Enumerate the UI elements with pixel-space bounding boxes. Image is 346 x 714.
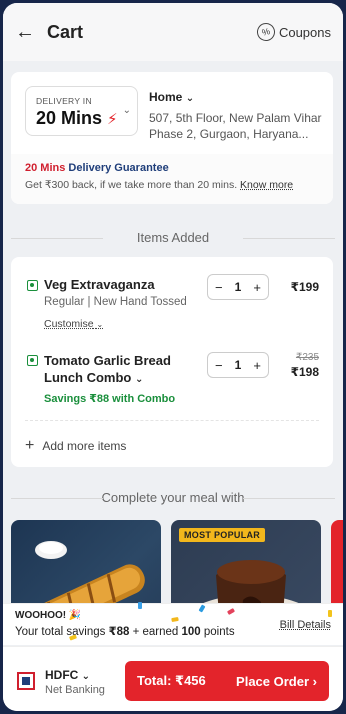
address-title: Home — [149, 90, 183, 104]
payment-method: Net Banking — [45, 684, 105, 696]
savings-suffix: points — [203, 626, 235, 638]
increment-button[interactable]: + — [253, 358, 261, 373]
chevron-down-icon: ⌄ — [122, 105, 131, 116]
increment-button[interactable]: + — [253, 280, 261, 295]
header: ← Cart % Coupons — [3, 3, 343, 61]
original-price: ₹235 — [295, 352, 319, 363]
chevron-down-icon[interactable]: ⌄ — [135, 374, 143, 385]
coupons-button[interactable]: % Coupons — [254, 20, 331, 44]
lightning-icon: ⚡︎ — [107, 111, 118, 128]
confetti — [69, 634, 77, 641]
delivery-eta-text: 20 Mins — [36, 108, 103, 128]
guarantee-time: 20 Mins — [25, 162, 66, 174]
delivery-eta-label: DELIVERY IN — [36, 96, 92, 106]
chevron-right-icon: › — [312, 673, 317, 689]
coupons-label: Coupons — [278, 24, 331, 40]
payment-selector[interactable]: HDFC ⌄ — [45, 668, 90, 682]
items-section-title: Items Added — [3, 230, 343, 245]
savings-prefix: Your total savings — [15, 626, 106, 638]
place-order-label: Place Order — [236, 673, 310, 689]
add-more-items-button[interactable]: + Add more items — [25, 437, 126, 455]
savings-strip: WOOHOO! 🎉 Your total savings ₹88 + earne… — [3, 602, 343, 645]
confetti — [171, 616, 179, 623]
delivery-guarantee-banner: 20 Mins Delivery Guarantee Get ₹300 back… — [11, 154, 333, 204]
quantity-stepper: − 1 + — [207, 274, 269, 300]
meal-section-title: Complete your meal with — [3, 490, 343, 505]
divider — [25, 420, 319, 421]
chevron-down-icon: ⌄ — [185, 93, 195, 104]
place-order-button[interactable]: Total: ₹456 Place Order › — [125, 661, 329, 701]
bank-name: HDFC — [45, 668, 79, 682]
party-popper-icon: 🎉 — [68, 610, 82, 621]
address-text: 507, 5th Floor, New Palam Vihar Phase 2,… — [149, 111, 322, 141]
item-name: Tomato Garlic Bread Lunch Combo ⌄ — [44, 352, 194, 388]
most-popular-badge: MOST POPULAR — [179, 528, 266, 542]
points-earned: 100 — [181, 626, 201, 638]
quantity-value: 1 — [234, 358, 242, 372]
item-name-text: Tomato Garlic Bread Lunch Combo — [44, 353, 171, 385]
checkout-bar: HDFC ⌄ Net Banking Total: ₹456 Place Ord… — [3, 646, 343, 711]
quantity-stepper: − 1 + — [207, 352, 269, 378]
add-more-label: Add more items — [42, 439, 127, 453]
delivery-eta-value: 20 Mins ⚡︎ — [36, 108, 127, 129]
chevron-down-icon: ⌄ — [81, 671, 91, 682]
savings-amount: ₹88 — [108, 626, 130, 638]
app-frame: ← Cart % Coupons DELIVERY IN 20 Mins ⚡︎ … — [3, 3, 343, 711]
address-selector[interactable]: Home ⌄ — [149, 90, 194, 104]
hdfc-logo-icon — [17, 672, 35, 690]
chevron-down-icon: ⌄ — [96, 320, 104, 329]
item-variant: Regular | New Hand Tossed — [44, 296, 187, 308]
guarantee-label: Delivery Guarantee — [68, 162, 169, 174]
bill-details-link[interactable]: Bill Details — [280, 619, 331, 631]
veg-icon — [27, 280, 38, 291]
woohoo-label: WOOHOO! — [15, 610, 67, 621]
place-order-label-wrap: Place Order › — [236, 674, 317, 689]
guarantee-text-row: Get ₹300 back, if we take more than 20 m… — [25, 179, 319, 191]
items-card: Veg Extravaganza Regular | New Hand Toss… — [11, 257, 333, 467]
delivery-card: DELIVERY IN 20 Mins ⚡︎ ⌄ Home ⌄ 507, 5th… — [11, 72, 333, 204]
savings-middle: + earned — [132, 626, 179, 638]
confetti — [328, 610, 332, 617]
page-title: Cart — [47, 21, 84, 42]
delivery-eta-selector[interactable]: DELIVERY IN 20 Mins ⚡︎ ⌄ — [25, 86, 138, 136]
combo-savings: Savings ₹88 with Combo — [44, 393, 176, 405]
item-price: ₹199 — [290, 280, 319, 294]
decrement-button[interactable]: − — [215, 280, 223, 295]
customise-label: Customise — [44, 318, 94, 330]
guarantee-title: 20 Mins Delivery Guarantee — [25, 162, 319, 174]
plus-icon: + — [25, 437, 35, 454]
know-more-link[interactable]: Know more — [240, 179, 293, 191]
confetti — [138, 602, 142, 609]
guarantee-text: Get ₹300 back, if we take more than 20 m… — [25, 179, 238, 191]
item-price: ₹198 — [290, 365, 319, 379]
back-arrow-icon[interactable]: ← — [15, 21, 39, 44]
item-name: Veg Extravaganza — [44, 277, 155, 292]
decrement-button[interactable]: − — [215, 358, 223, 373]
customise-link[interactable]: Customise ⌄ — [44, 318, 103, 330]
coupon-icon: % — [254, 20, 277, 44]
veg-icon — [27, 355, 38, 366]
order-total: Total: ₹456 — [137, 673, 206, 688]
quantity-value: 1 — [234, 280, 242, 294]
